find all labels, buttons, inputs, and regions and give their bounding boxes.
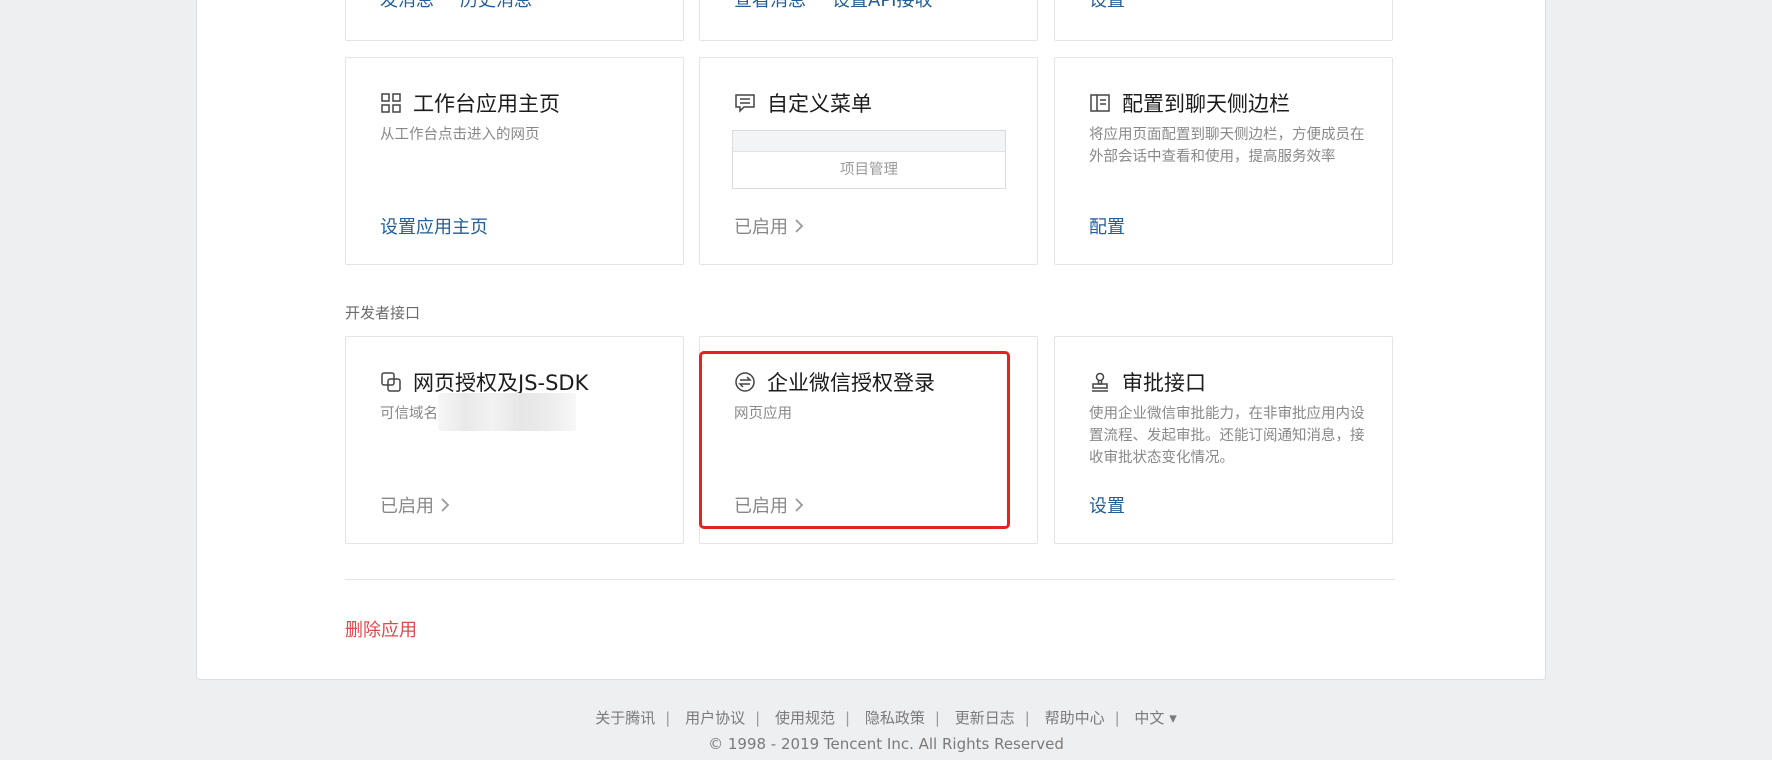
custom-menu-title: 自定义菜单 xyxy=(734,88,872,118)
wework-login-title-text: 企业微信授权登录 xyxy=(767,371,935,395)
web-auth-status-text: 已启用 xyxy=(380,496,434,517)
chat-sidebar-desc: 将应用页面配置到聊天侧边栏，方便成员在外部会话中查看和使用，提高服务效率 xyxy=(1089,127,1365,165)
chevron-right-icon xyxy=(441,498,450,512)
card-approval-api: 审批接口 使用企业微信审批能力，在非审批应用内设置流程、发起审批。还能订阅通知消… xyxy=(1054,336,1393,544)
footer-separator: | xyxy=(845,709,851,727)
wework-login-desc: 网页应用 xyxy=(734,406,792,422)
footer-links: 关于腾讯 | 用户协议 | 使用规范 | 隐私政策 | 更新日志 | 帮助中心 | 中文 ▾ xyxy=(0,707,1772,728)
footer-separator: | xyxy=(1024,709,1030,727)
message-links: 发消息 历史消息 xyxy=(380,0,532,12)
card-settings-top: 设置 xyxy=(1054,0,1393,41)
delete-app-link[interactable]: 删除应用 xyxy=(345,616,417,642)
footer-help-link[interactable]: 帮助中心 xyxy=(1045,709,1105,727)
custom-menu-status-text: 已启用 xyxy=(734,217,788,238)
approval-desc: 使用企业微信审批能力，在非审批应用内设置流程、发起审批。还能订阅通知消息，接收审… xyxy=(1089,406,1365,466)
chat-sidebar-title-text: 配置到聊天侧边栏 xyxy=(1122,92,1290,116)
card-message: 发消息 历史消息 xyxy=(345,0,684,41)
receive-links: 查看消息 设置API接收 xyxy=(734,0,932,12)
footer-changelog-link[interactable]: 更新日志 xyxy=(955,709,1015,727)
card-receive: 查看消息 设置API接收 xyxy=(699,0,1038,41)
set-app-home-link[interactable]: 设置应用主页 xyxy=(380,213,488,239)
wework-login-title: 企业微信授权登录 xyxy=(734,367,935,397)
footer-user-agreement-link[interactable]: 用户协议 xyxy=(685,709,745,727)
view-message-link[interactable]: 查看消息 xyxy=(734,0,806,12)
workbench-desc: 从工作台点击进入的网页 xyxy=(380,127,540,143)
send-message-link[interactable]: 发消息 xyxy=(380,0,434,12)
developer-section-label: 开发者接口 xyxy=(345,304,421,322)
divider xyxy=(345,579,1395,580)
card-wework-login: 企业微信授权登录 网页应用 已启用 xyxy=(699,336,1038,544)
workbench-title-text: 工作台应用主页 xyxy=(413,92,560,116)
footer-about-link[interactable]: 关于腾讯 xyxy=(595,709,655,727)
wework-login-status-text: 已启用 xyxy=(734,496,788,517)
card-workbench-home: 工作台应用主页 从工作台点击进入的网页 设置应用主页 xyxy=(345,57,684,265)
chevron-right-icon xyxy=(795,498,804,512)
footer-separator: | xyxy=(665,709,671,727)
web-auth-status[interactable]: 已启用 xyxy=(380,492,450,518)
card-custom-menu: 自定义菜单 项目管理 已启用 xyxy=(699,57,1038,265)
exchange-circle-icon xyxy=(735,372,755,392)
copyright-text: © 1998 - 2019 Tencent Inc. All Rights Re… xyxy=(708,735,1064,753)
footer-usage-rules-link[interactable]: 使用规范 xyxy=(775,709,835,727)
approval-settings-link[interactable]: 设置 xyxy=(1089,492,1125,518)
set-api-receive-link[interactable]: 设置API接收 xyxy=(832,0,932,12)
menu-preview-item: 项目管理 xyxy=(840,162,898,178)
menu-preview-bar xyxy=(733,131,1005,152)
grid-icon xyxy=(381,93,401,113)
menu-card-icon xyxy=(735,94,755,113)
sidebar-panel-icon xyxy=(1090,94,1110,112)
chevron-right-icon xyxy=(795,219,804,233)
wework-login-status[interactable]: 已启用 xyxy=(734,492,804,518)
custom-menu-title-text: 自定义菜单 xyxy=(767,92,872,116)
approval-title-text: 审批接口 xyxy=(1122,371,1206,395)
settings-top-link[interactable]: 设置 xyxy=(1089,0,1125,12)
settings-top-links: 设置 xyxy=(1089,0,1125,12)
footer-separator: | xyxy=(934,709,940,727)
approval-title: 审批接口 xyxy=(1089,367,1206,397)
stamp-icon xyxy=(1092,372,1108,392)
footer-separator: | xyxy=(755,709,761,727)
configure-link[interactable]: 配置 xyxy=(1089,213,1125,239)
workbench-title: 工作台应用主页 xyxy=(380,88,560,118)
redacted-blur xyxy=(438,393,576,431)
card-web-auth-jssdk: 网页授权及JS-SDK 可信域名 已启用 xyxy=(345,336,684,544)
custom-menu-status[interactable]: 已启用 xyxy=(734,213,804,239)
card-chat-sidebar: 配置到聊天侧边栏 将应用页面配置到聊天侧边栏，方便成员在外部会话中查看和使用，提… xyxy=(1054,57,1393,265)
menu-preview: 项目管理 xyxy=(732,130,1006,189)
footer-privacy-link[interactable]: 隐私政策 xyxy=(865,709,925,727)
overlap-squares-icon xyxy=(381,372,401,392)
language-selector[interactable]: 中文 ▾ xyxy=(1134,709,1176,727)
history-message-link[interactable]: 历史消息 xyxy=(460,0,532,12)
chat-sidebar-title: 配置到聊天侧边栏 xyxy=(1089,88,1290,118)
footer-separator: | xyxy=(1114,709,1120,727)
